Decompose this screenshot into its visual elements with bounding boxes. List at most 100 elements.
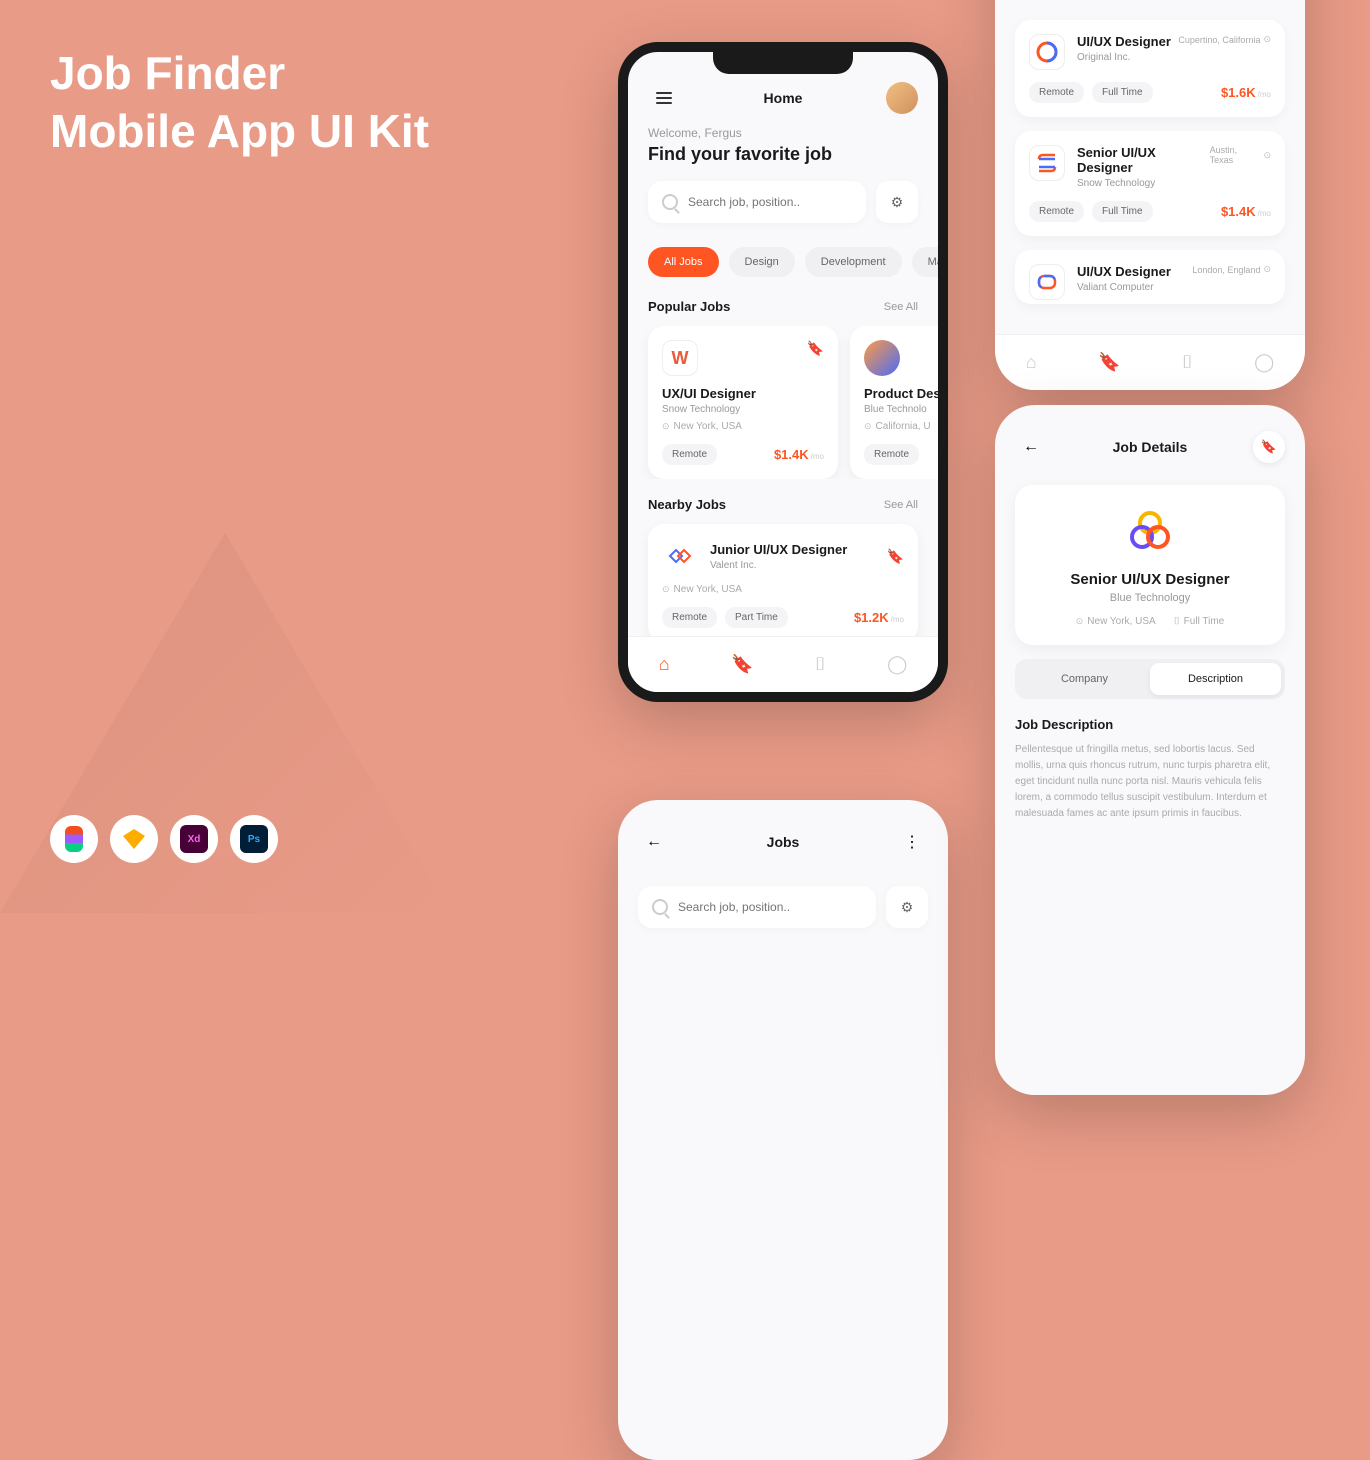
company-logo	[864, 340, 900, 376]
pin-icon: ⊙	[1076, 616, 1084, 627]
bookmark-icon[interactable]: 🔖	[807, 340, 824, 357]
page-title: Jobs	[767, 834, 800, 850]
nav-bookmark-icon[interactable]: 🔖	[1098, 352, 1120, 373]
search-input[interactable]	[638, 886, 876, 928]
job-location: New York, USA	[674, 421, 742, 432]
job-detail-hero: Senior UI/UX Designer Blue Technology ⊙N…	[1015, 485, 1285, 645]
phone-details: ← Job Details 🔖 Senior UI/UX Designer Bl…	[995, 405, 1305, 1095]
page-title: Job Details	[1113, 439, 1188, 455]
job-company: Valent Inc.	[710, 560, 875, 571]
avatar[interactable]	[886, 82, 918, 114]
pin-icon: ⊙	[864, 421, 872, 432]
job-title: Junior UI/UX Designer	[710, 542, 875, 557]
bookmark-icon: 🔖	[1261, 439, 1277, 455]
search-input[interactable]	[648, 181, 866, 223]
job-location: London, England	[1192, 265, 1260, 275]
description-text: Pellentesque ut fringilla metus, sed lob…	[1015, 742, 1285, 822]
phone-saved: UI/UX Designer Original Inc. Cupertino, …	[995, 0, 1305, 390]
category-chip-marketing[interactable]: Mark	[912, 247, 938, 277]
nav-bookmark-icon[interactable]: 🔖	[731, 654, 753, 675]
job-title: UI/UX Designer	[1077, 34, 1171, 49]
bookmark-button[interactable]: 🔖	[1253, 431, 1285, 463]
job-card[interactable]: W 🔖 UX/UI Designer Snow Technology ⊙New …	[648, 326, 838, 479]
see-all-link[interactable]: See All	[884, 301, 918, 313]
back-icon[interactable]: ←	[1015, 431, 1047, 463]
nav-home-icon[interactable]: ⌂	[659, 654, 670, 675]
description-heading: Job Description	[1015, 717, 1285, 732]
pin-icon: ⊙	[662, 584, 670, 595]
job-type: Full Time	[1184, 616, 1225, 627]
pin-icon: ⊙	[1263, 150, 1271, 161]
tab-company[interactable]: Company	[1019, 663, 1150, 695]
job-card[interactable]: Product Desi Blue Technolo ⊙California, …	[850, 326, 938, 479]
job-tag: Remote	[1029, 82, 1084, 103]
category-chip-design[interactable]: Design	[729, 247, 795, 277]
nav-profile-icon[interactable]: ◯	[1254, 352, 1274, 373]
nearby-job-card[interactable]: Junior UI/UX Designer Valent Inc. 🔖 ⊙ New…	[648, 524, 918, 642]
search-field[interactable]	[678, 900, 862, 914]
category-chip-all[interactable]: All Jobs	[648, 247, 719, 277]
list-item[interactable]: UI/UX Designer Original Inc. Cupertino, …	[1015, 20, 1285, 117]
job-tag: Full Time	[1092, 201, 1153, 222]
briefcase-icon: ⌷	[1174, 616, 1180, 627]
company-logo	[1029, 264, 1065, 300]
menu-icon[interactable]	[648, 82, 680, 114]
list-item[interactable]: UI/UX Designer Valiant Computer London, …	[1015, 250, 1285, 304]
job-tag: Remote	[864, 444, 919, 465]
xd-icon: Xd	[170, 815, 218, 863]
more-icon[interactable]: ⋮	[896, 826, 928, 858]
pin-icon: ⊙	[662, 421, 670, 432]
job-company: Blue Technology	[1029, 592, 1271, 604]
nav-profile-icon[interactable]: ◯	[887, 654, 907, 675]
category-chip-development[interactable]: Development	[805, 247, 902, 277]
job-location: New York, USA	[1087, 616, 1155, 627]
tool-icons: Xd Ps	[50, 815, 278, 863]
phone-home: Home Welcome, Fergus Find your favorite …	[618, 42, 948, 702]
job-title: UI/UX Designer	[1077, 264, 1171, 279]
company-logo	[662, 538, 698, 574]
job-company: Original Inc.	[1077, 52, 1171, 63]
pin-icon: ⊙	[1263, 264, 1271, 275]
search-field[interactable]	[688, 195, 852, 209]
job-company: Snow Technology	[1077, 178, 1210, 189]
list-item[interactable]: Senior UI/UX Designer Snow Technology Au…	[1015, 131, 1285, 236]
headline-text: Find your favorite job	[648, 144, 918, 165]
job-tag: Full Time	[1092, 82, 1153, 103]
filter-button[interactable]: ⚙	[886, 886, 928, 928]
nav-briefcase-icon[interactable]: ⌷	[1182, 352, 1193, 373]
job-company: Blue Technolo	[864, 404, 938, 415]
filter-button[interactable]: ⚙	[876, 181, 918, 223]
bookmark-icon[interactable]: 🔖	[887, 548, 904, 565]
job-salary: $1.4K	[774, 447, 809, 462]
popular-title: Popular Jobs	[648, 299, 730, 314]
hero-line2: Mobile App UI Kit	[50, 103, 429, 161]
hero-title: Job Finder Mobile App UI Kit	[50, 45, 429, 160]
sketch-icon	[110, 815, 158, 863]
tab-description[interactable]: Description	[1150, 663, 1281, 695]
phone-jobs: ← Jobs ⋮ ⚙	[618, 800, 948, 1460]
search-icon	[662, 194, 678, 210]
welcome-text: Welcome, Fergus	[648, 126, 918, 140]
hero-line1: Job Finder	[50, 45, 429, 103]
nav-home-icon[interactable]: ⌂	[1026, 352, 1037, 373]
job-title: UX/UI Designer	[662, 386, 824, 401]
nav-briefcase-icon[interactable]: ⌷	[815, 654, 826, 675]
bottom-nav: ⌂ 🔖 ⌷ ◯	[628, 636, 938, 692]
company-logo: W	[662, 340, 698, 376]
back-icon[interactable]: ←	[638, 826, 670, 858]
job-title: Senior UI/UX Designer	[1029, 571, 1271, 588]
job-salary: $1.4K	[1221, 204, 1256, 219]
job-company: Valiant Computer	[1077, 282, 1171, 293]
company-logo	[1122, 503, 1178, 559]
job-location: New York, USA	[674, 584, 742, 595]
sliders-icon: ⚙	[891, 194, 904, 211]
figma-icon	[50, 815, 98, 863]
company-logo	[1029, 145, 1065, 181]
job-location: Austin, Texas	[1210, 145, 1261, 165]
job-tag: Remote	[662, 444, 717, 465]
see-all-link[interactable]: See All	[884, 499, 918, 511]
job-salary: $1.6K	[1221, 85, 1256, 100]
pin-icon: ⊙	[1263, 34, 1271, 45]
job-tag: Remote	[662, 607, 717, 628]
job-title: Senior UI/UX Designer	[1077, 145, 1210, 175]
